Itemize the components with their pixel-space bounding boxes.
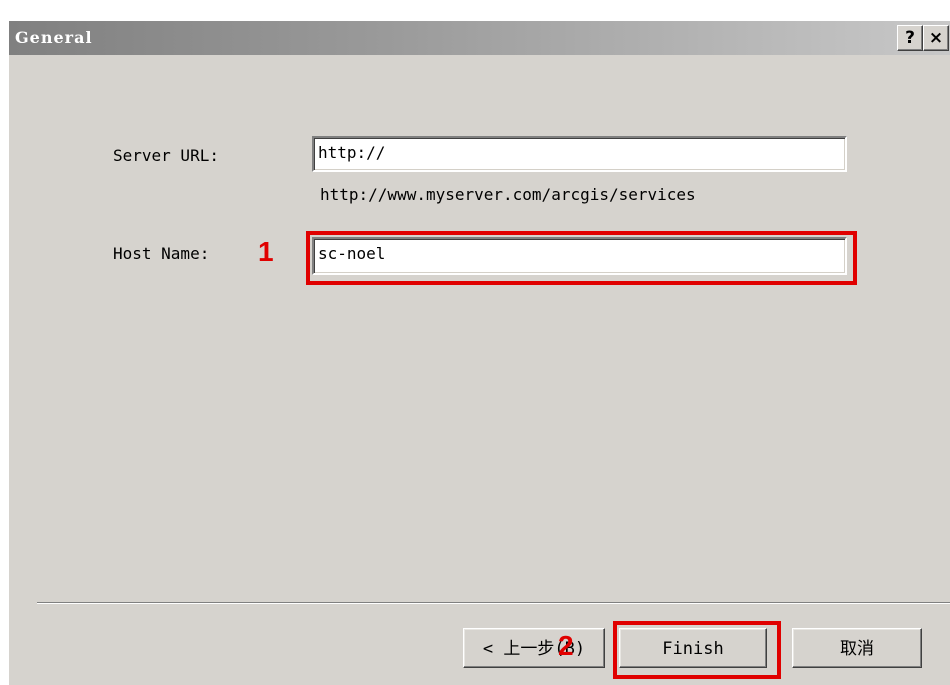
annotation-marker-2: 2 xyxy=(558,630,574,661)
close-button[interactable]: × xyxy=(923,25,949,51)
host-name-label: Host Name: xyxy=(113,244,210,263)
server-url-input[interactable]: http:// xyxy=(312,136,847,172)
highlight-box-host-name xyxy=(306,231,857,285)
highlight-box-finish xyxy=(613,621,781,679)
window-title: General xyxy=(15,28,93,47)
separator-line xyxy=(37,602,950,604)
annotation-marker-1: 1 xyxy=(258,236,274,267)
server-url-label: Server URL: xyxy=(113,146,219,165)
dialog-window: General ? × Server URL: http:// http://w… xyxy=(8,20,950,685)
title-bar[interactable]: General ? × xyxy=(9,21,950,55)
cancel-button[interactable]: 取消 xyxy=(792,628,922,668)
help-button[interactable]: ? xyxy=(897,25,923,51)
back-button[interactable]: < 上一步(B) xyxy=(463,628,605,668)
server-url-hint: http://www.myserver.com/arcgis/services xyxy=(320,185,696,204)
